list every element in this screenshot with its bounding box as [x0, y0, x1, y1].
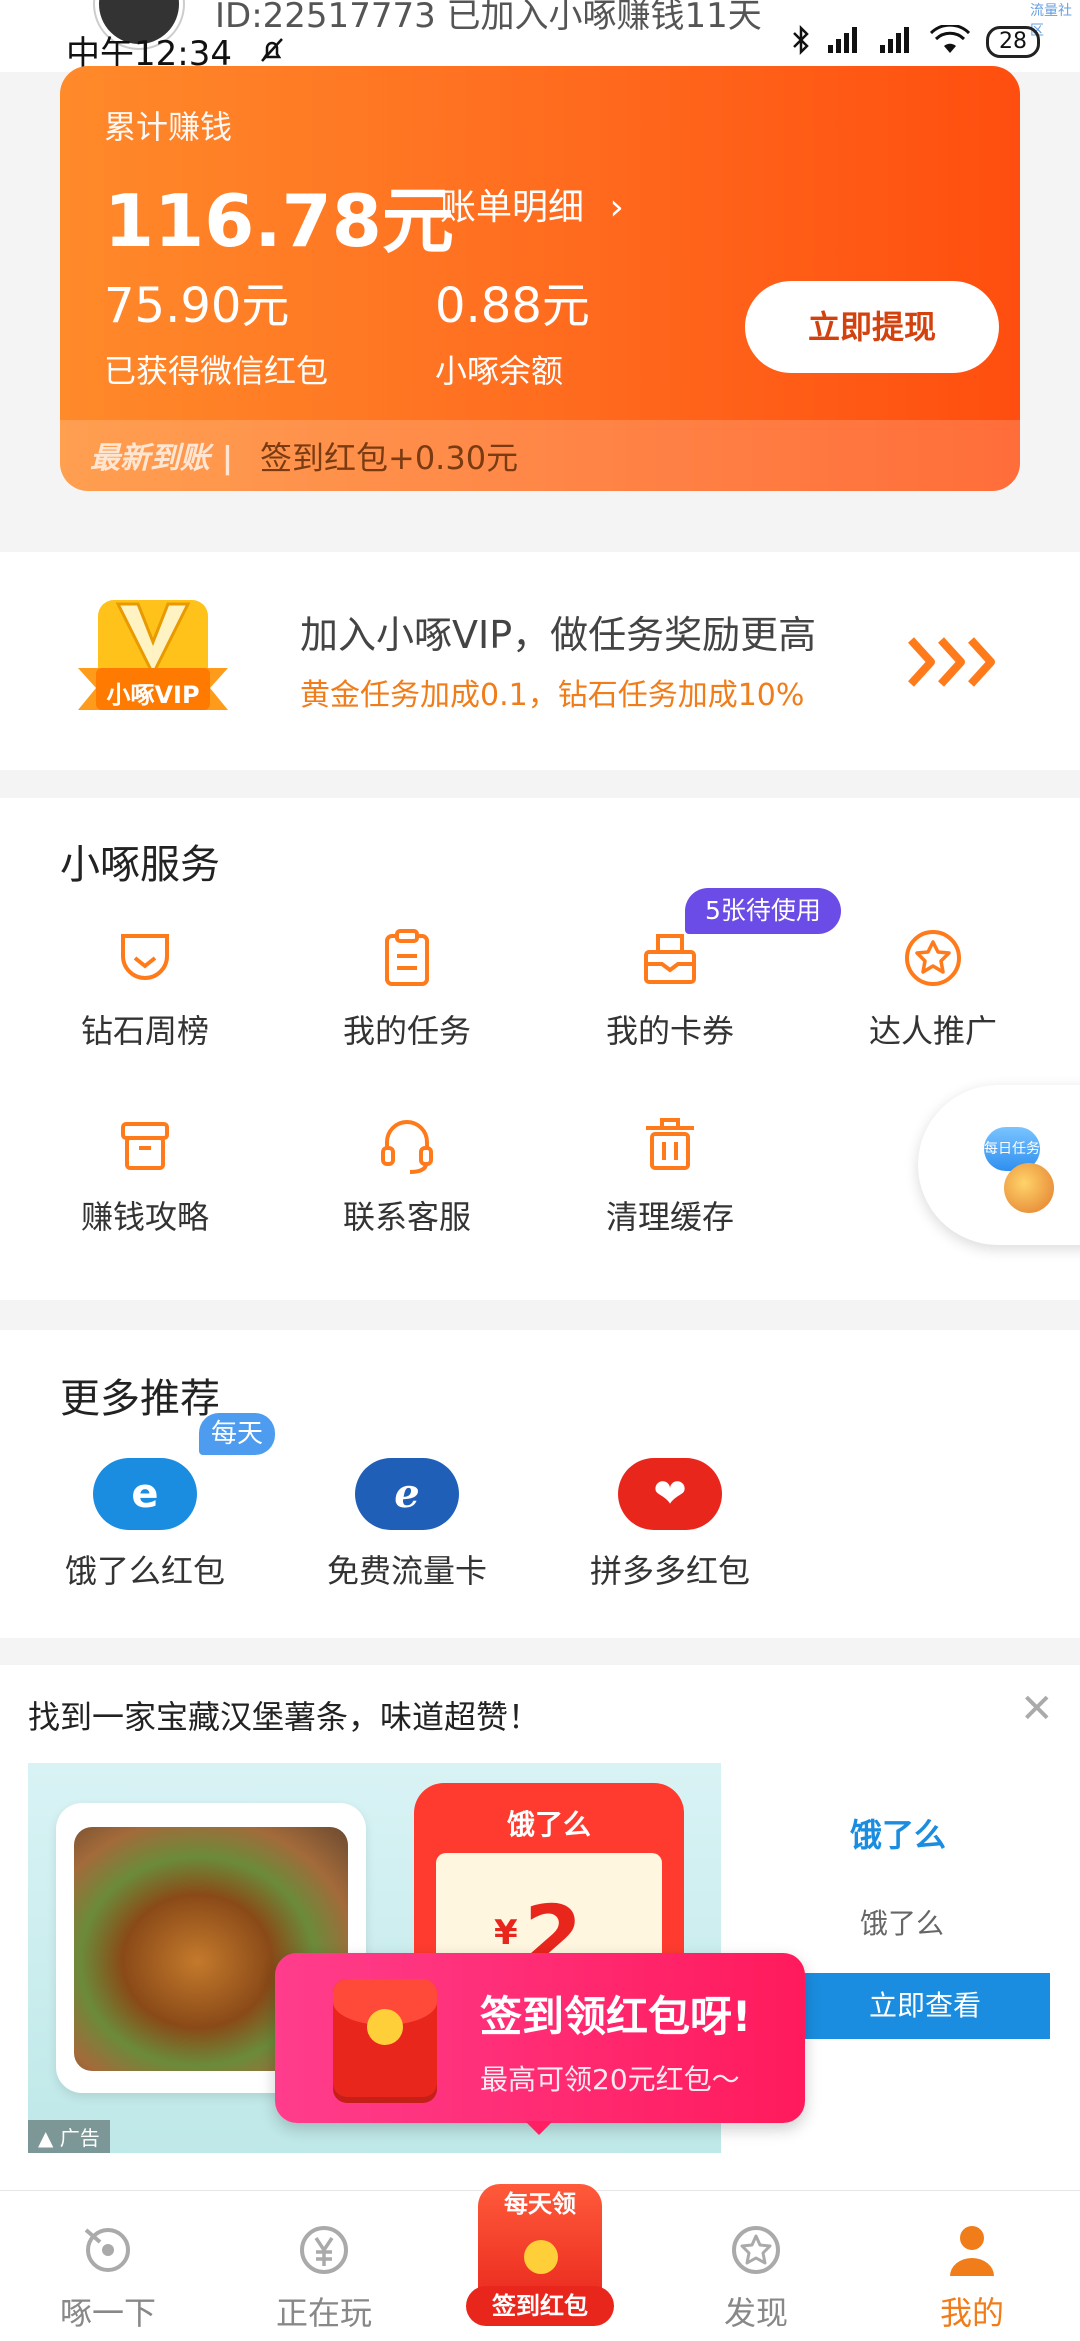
nav-center-bottom: 签到红包: [466, 2286, 614, 2326]
trash-icon: [640, 1114, 700, 1174]
signal-icon-2: [878, 25, 914, 59]
brand-name: 饿了么: [860, 1907, 945, 1940]
everyday-badge: 每天: [199, 1413, 276, 1455]
rec-telecom[interactable]: ℯ 免费流量卡: [317, 1458, 497, 1592]
service-label: 赚钱攻略: [80, 1198, 209, 1236]
rec-eleme[interactable]: e 饿了么红包: [55, 1458, 235, 1592]
daily-task-float-button[interactable]: 每日任务: [918, 1085, 1080, 1245]
popup-title: 签到领红包呀!: [480, 1992, 752, 2041]
telecom-logo-icon: ℯ: [355, 1458, 459, 1530]
earnings-card: 累计赚钱 116.78元 账单明细 › 75.90元 0.88元 已获得微信红包…: [60, 66, 1020, 491]
total-earnings-label: 累计赚钱: [104, 108, 233, 146]
vip-badge: 小啄VIP: [78, 592, 228, 732]
service-my-tasks[interactable]: 我的任务: [332, 928, 482, 1052]
pinduoduo-logo-icon: ❤: [618, 1458, 722, 1530]
nav-label: 正在玩: [275, 2294, 372, 2332]
signal-icon: [826, 25, 862, 59]
wechat-label: 已获得微信红包: [104, 352, 329, 390]
view-now-button[interactable]: 立即查看: [800, 1973, 1050, 2039]
vip-subtitle: 黄金任务加成0.1，钻石任务加成10%: [300, 678, 805, 713]
recommend-title: 更多推荐: [60, 1376, 220, 1422]
nav-checkin-redpacket[interactable]: 每天领 签到红包: [460, 2170, 620, 2335]
nav-playing[interactable]: 正在玩: [244, 2222, 404, 2334]
vip-title: 加入小啄VIP，做任务奖励更高: [300, 613, 817, 657]
nav-peck[interactable]: 啄一下: [28, 2222, 188, 2334]
service-diamond-rank[interactable]: 钻石周榜: [70, 928, 220, 1052]
wechat-amount: 75.90元: [104, 278, 290, 334]
red-envelope-icon: [333, 1979, 437, 2103]
service-earning-guide[interactable]: 赚钱攻略: [70, 1114, 220, 1238]
service-label: 清理缓存: [605, 1198, 734, 1236]
total-earnings-value: 116.78元: [104, 179, 454, 263]
rec-label: 拼多多红包: [589, 1552, 750, 1590]
headset-icon: [377, 1114, 437, 1174]
service-label: 我的卡券: [605, 1012, 734, 1050]
rec-pinduoduo[interactable]: ❤ 拼多多红包: [580, 1458, 760, 1592]
nav-mine[interactable]: 我的: [892, 2222, 1052, 2334]
daily-task-character-icon: [1004, 1163, 1054, 1213]
service-customer-support[interactable]: 联系客服: [332, 1114, 482, 1238]
service-label: 我的任务: [342, 1012, 471, 1050]
yen-coin-icon: [244, 2222, 404, 2282]
latest-income-key-text: 最新到账: [90, 441, 210, 476]
ad-tag: ▲ 广告: [28, 2120, 110, 2153]
bluetooth-icon: [792, 24, 810, 60]
divider: |: [222, 441, 233, 476]
chevron-right-icon: ›: [609, 187, 624, 228]
nav-label: 啄一下: [59, 2294, 156, 2332]
service-promoter[interactable]: 达人推广: [858, 928, 1008, 1052]
balance-amount: 0.88元: [435, 278, 590, 334]
service-label: 钻石周榜: [80, 1012, 209, 1050]
nav-discover[interactable]: 发现: [676, 2222, 836, 2334]
user-icon: [892, 2222, 1052, 2282]
discover-star-icon: [676, 2222, 836, 2282]
user-id-text: ID:22517773 已加入小啄赚钱11天: [215, 0, 762, 36]
coin-icon: [367, 2009, 403, 2045]
latest-income-key: 最新到账 |: [90, 433, 245, 477]
latest-income-value: 签到红包+0.30元: [260, 439, 519, 477]
wifi-icon: [929, 23, 971, 59]
checkin-popup[interactable]: 签到领红包呀! 最高可领20元红包～: [275, 1953, 805, 2135]
service-label: 联系客服: [342, 1198, 471, 1236]
star-badge-icon: [903, 928, 963, 988]
services-title: 小啄服务: [60, 842, 220, 888]
service-clear-cache[interactable]: 清理缓存: [595, 1114, 745, 1238]
status-icons: 28: [792, 23, 1040, 60]
trophy-icon: [115, 928, 175, 988]
vip-badge-text: 小啄VIP: [106, 681, 200, 709]
rec-label: 免费流量卡: [326, 1552, 487, 1590]
clipboard-icon: [377, 928, 437, 988]
coupon-logo: 饿了么: [506, 1808, 591, 1841]
balance-label: 小啄余额: [435, 352, 564, 390]
bill-details-label: 账单明细: [440, 187, 585, 228]
eleme-logo-icon: e: [93, 1458, 197, 1530]
nav-center-top: 每天领: [504, 2190, 576, 2218]
checkin-coin-icon: [524, 2240, 558, 2274]
service-label: 达人推广: [868, 1012, 997, 1050]
battery-indicator: 28: [986, 26, 1040, 58]
brand-logo: 饿了么: [850, 1816, 947, 1854]
service-my-coupons[interactable]: 我的卡券: [595, 928, 745, 1052]
close-icon[interactable]: ✕: [1020, 1686, 1054, 1732]
rec-label: 饿了么红包: [64, 1552, 225, 1590]
nav-label: 我的: [939, 2294, 1004, 2332]
bill-details-link[interactable]: 账单明细 ›: [440, 178, 624, 230]
popup-pointer: [525, 2121, 553, 2135]
ad-tag-text: 广告: [59, 2126, 100, 2150]
nav-label: 发现: [723, 2294, 788, 2332]
peck-icon: [28, 2222, 188, 2282]
withdraw-button[interactable]: 立即提现: [745, 281, 999, 373]
price-symbol: ¥: [494, 1913, 518, 1953]
ad-title: 找到一家宝藏汉堡薯条，味道超赞！: [28, 1698, 541, 1736]
triple-chevron-icon: [905, 632, 1005, 704]
coupon-box-icon: [640, 928, 700, 988]
popup-subtitle: 最高可领20元红包～: [480, 2063, 740, 2096]
guide-box-icon: [115, 1114, 175, 1174]
